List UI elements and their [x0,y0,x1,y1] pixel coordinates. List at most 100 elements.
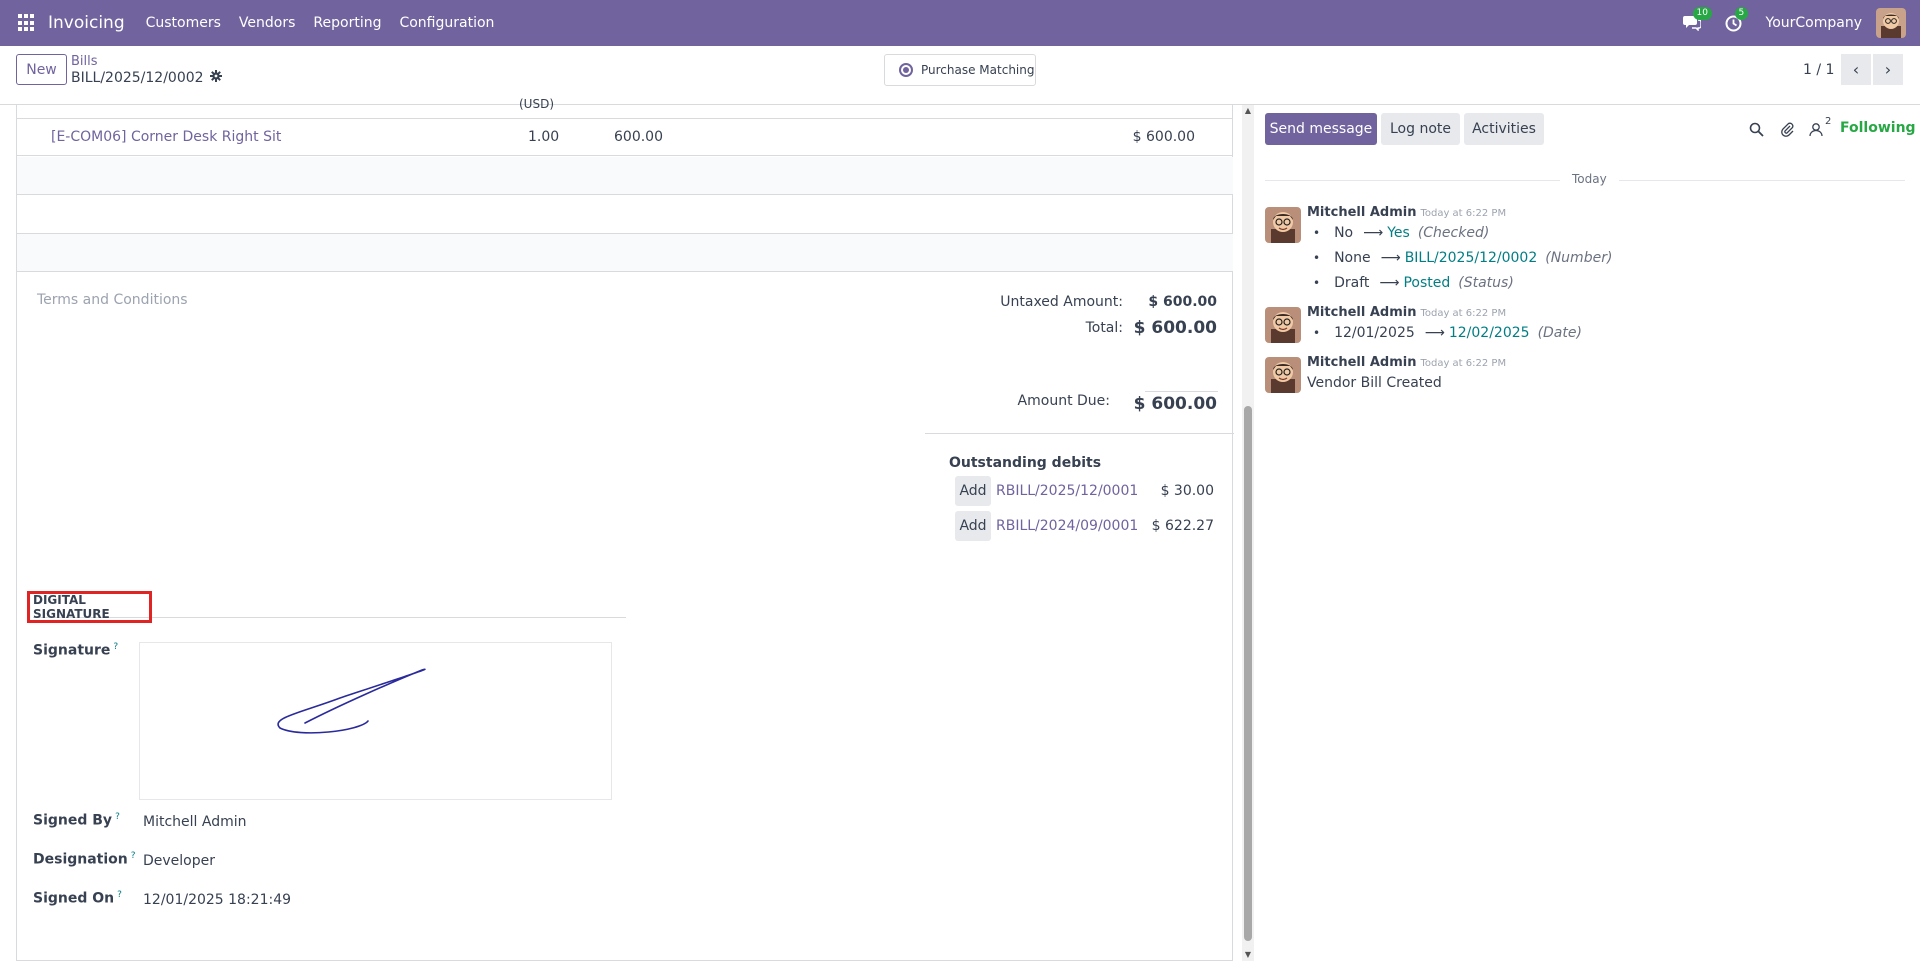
help-icon[interactable]: ? [131,851,136,861]
line-price[interactable]: 600.00 [614,129,663,145]
author-avatar[interactable] [1265,357,1301,393]
author-name[interactable]: Mitchell Admin [1307,355,1416,370]
designation-label-text: Designation [33,851,128,868]
message-time: Today at 6:22 PM [1420,308,1507,319]
signature-label: Signature? [33,642,118,659]
menu-reporting[interactable]: Reporting [313,15,381,31]
purchase-matching-button[interactable]: Purchase Matching [884,54,1036,86]
empty-line-row [17,196,1233,234]
apps-menu-icon[interactable] [18,14,36,32]
signature-pad[interactable] [139,642,612,800]
message-author[interactable]: Mitchell Admin Today at 6:22 PM [1307,355,1506,370]
gear-icon[interactable] [209,70,222,86]
amount-due-label: Amount Due: [1017,393,1110,409]
line-product[interactable]: [E-COM06] Corner Desk Right Sit [51,129,281,145]
outstanding-ref[interactable]: RBILL/2024/09/0001 [996,518,1138,534]
pager-next-button[interactable]: › [1873,54,1903,85]
pager-value[interactable]: 1 / 1 [1803,62,1834,78]
followers-icon[interactable] [1807,120,1825,138]
message-author[interactable]: Mitchell Admin Today at 6:22 PM [1307,205,1506,220]
bullet-icon: • [1313,226,1321,240]
author-avatar[interactable] [1265,207,1301,243]
old-value: None [1334,250,1371,266]
section-title-text: DIGITAL SIGNATURE [33,593,110,621]
activities-clock-icon[interactable]: 5 [1724,7,1749,33]
old-value: No [1334,225,1354,241]
menu-vendors[interactable]: Vendors [239,15,295,31]
author-name[interactable]: Mitchell Admin [1307,305,1416,320]
chatter-panel: Send message Log note Activities 2 Follo… [1255,105,1920,961]
tracking-value-row: • 12/01/2025 ⟶ 12/02/2025 (Date) [1313,325,1582,341]
column-header-partial: (USD) [519,97,555,111]
new-value: BILL/2025/12/0002 [1404,250,1538,266]
add-outstanding-button[interactable]: Add [955,511,991,541]
activities-count-badge: 5 [1734,7,1749,20]
amount-due-value: $ 600.00 [1133,394,1217,414]
old-value: Draft [1334,275,1370,291]
line-subtotal: $ 600.00 [1132,129,1195,145]
author-name[interactable]: Mitchell Admin [1307,205,1416,220]
menu-configuration[interactable]: Configuration [399,15,494,31]
totals-bottom-divider [925,433,1234,434]
tracking-value-row: • No ⟶ Yes (Checked) [1313,225,1489,241]
send-message-button[interactable]: Send message [1265,113,1377,145]
scrollbar-thumb[interactable] [1244,406,1252,941]
scroll-down-arrow-icon[interactable]: ▼ [1242,949,1254,961]
outstanding-amount: $ 30.00 [1160,483,1214,499]
terms-conditions-field[interactable]: Terms and Conditions [37,292,188,308]
arrow-right-icon: ⟶ [1363,225,1384,241]
new-value: 12/02/2025 [1448,325,1530,341]
total-label: Total: [1085,320,1123,336]
designation-value[interactable]: Developer [143,853,215,869]
pager-previous-button[interactable]: ‹ [1841,54,1871,85]
new-button[interactable]: New [16,54,67,85]
signed-on-label: Signed On? [33,890,122,907]
log-note-button[interactable]: Log note [1381,113,1460,145]
form-scrollbar[interactable]: ▲ ▼ [1242,105,1254,961]
message-time: Today at 6:22 PM [1420,358,1507,369]
outstanding-ref[interactable]: RBILL/2025/12/0001 [996,483,1138,499]
help-icon[interactable]: ? [113,642,118,652]
old-value: 12/01/2025 [1334,325,1415,341]
menu-customers[interactable]: Customers [146,15,221,31]
paperclip-icon[interactable] [1778,120,1796,138]
tracked-field-name: (Number) [1545,250,1613,266]
signed-on-value[interactable]: 12/01/2025 18:21:49 [143,892,291,908]
breadcrumb-bills[interactable]: Bills [71,54,98,69]
messages-icon[interactable]: 10 [1682,7,1712,33]
message-body: Vendor Bill Created [1307,375,1442,391]
following-button[interactable]: Following [1840,120,1916,136]
scroll-up-arrow-icon[interactable]: ▲ [1242,105,1254,117]
message-author[interactable]: Mitchell Admin Today at 6:22 PM [1307,305,1506,320]
tracking-value-row: • None ⟶ BILL/2025/12/0002 (Number) [1313,250,1612,266]
date-separator-label: Today [1560,172,1619,186]
bullet-icon: • [1313,326,1321,340]
company-switcher[interactable]: YourCompany [1766,15,1863,31]
activities-button[interactable]: Activities [1464,113,1544,145]
bullet-icon: • [1313,251,1321,265]
search-icon[interactable] [1747,120,1765,138]
target-icon [899,63,913,77]
outstanding-amount: $ 622.27 [1151,518,1214,534]
tracked-field-name: (Status) [1458,275,1514,291]
new-value: Yes [1387,225,1410,241]
empty-line-row [17,234,1233,272]
help-icon[interactable]: ? [117,890,122,900]
user-avatar[interactable] [1876,8,1906,38]
add-outstanding-button[interactable]: Add [955,476,991,506]
arrow-right-icon: ⟶ [1424,325,1445,341]
form-sheet: (USD) [E-COM06] Corner Desk Right Sit 1.… [16,97,1234,961]
app-brand[interactable]: Invoicing [48,13,125,33]
line-quantity[interactable]: 1.00 [528,129,559,145]
invoice-line-row[interactable]: [E-COM06] Corner Desk Right Sit 1.00 600… [17,118,1233,156]
signed-by-label: Signed By? [33,812,120,829]
signed-by-value[interactable]: Mitchell Admin [143,814,247,830]
outstanding-debits-title: Outstanding debits [949,455,1102,471]
breadcrumb-current: BILL/2025/12/0002 [71,70,222,86]
help-icon[interactable]: ? [115,812,120,822]
author-avatar[interactable] [1265,307,1301,343]
purchase-matching-label: Purchase Matching [921,63,1035,77]
totals-divider [1145,391,1218,392]
untaxed-amount-value: $ 600.00 [1148,294,1217,310]
arrow-right-icon: ⟶ [1379,275,1400,291]
